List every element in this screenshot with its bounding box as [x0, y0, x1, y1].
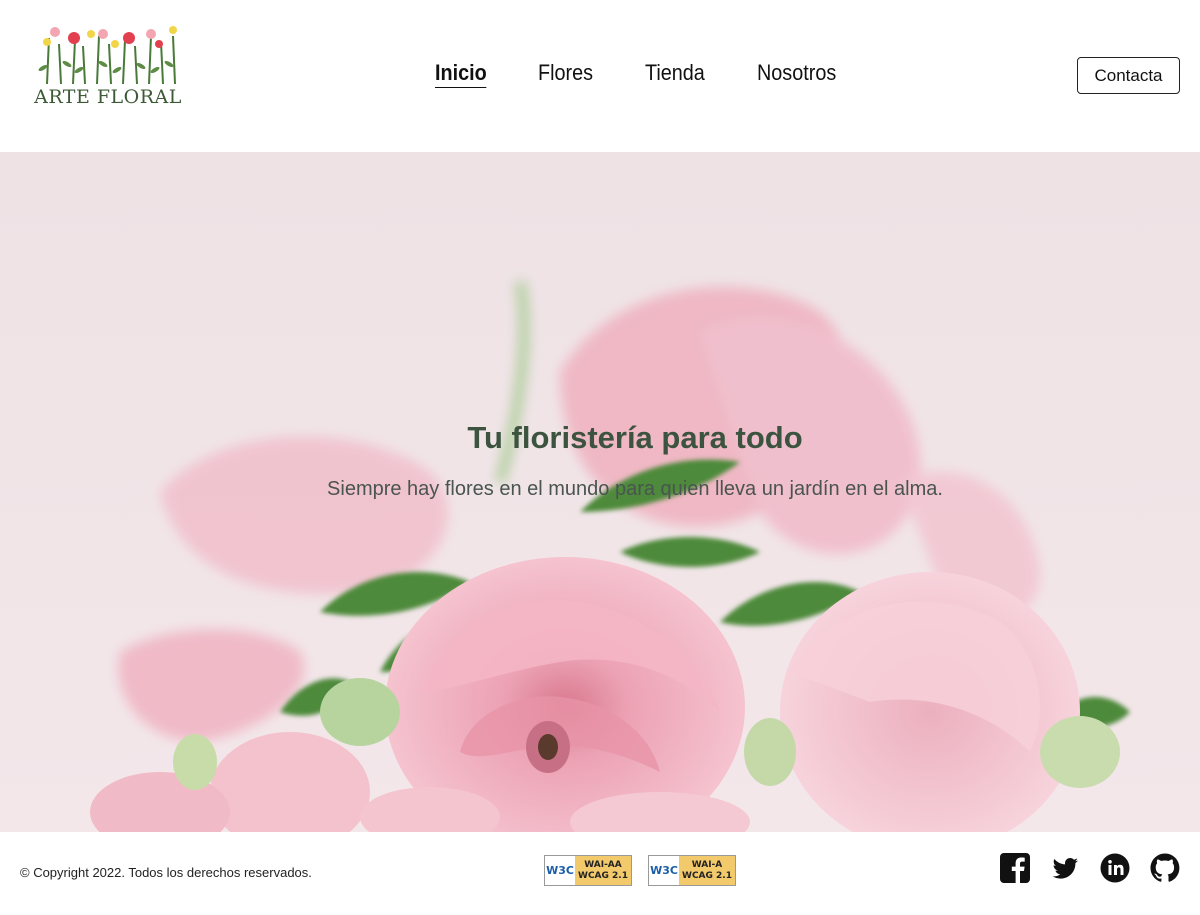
hero-section: Tu floristería para todo Siempre hay flo… — [0, 152, 1200, 832]
w3c-logo: W3C — [649, 856, 679, 885]
main-nav: Inicio Flores Tienda Nosotros — [0, 60, 1200, 94]
github-icon[interactable] — [1149, 852, 1181, 884]
wcag-a-badge[interactable]: W3C WAI-A WCAG 2.1 — [648, 855, 736, 886]
hero-title: Tu floristería para todo — [467, 420, 803, 455]
wcag-label: WAI-A WCAG 2.1 — [679, 856, 735, 885]
w3c-logo: W3C — [545, 856, 575, 885]
wai-level: WAI-A — [691, 859, 723, 870]
wcag-standard: WCAG 2.1 — [682, 870, 732, 881]
facebook-icon[interactable] — [999, 852, 1031, 884]
twitter-icon[interactable] — [1049, 852, 1081, 884]
wcag-aa-badge[interactable]: W3C WAI-AA WCAG 2.1 — [544, 855, 632, 886]
site-footer: © Copyright 2022. Todos los derechos res… — [0, 832, 1200, 915]
wcag-standard: WCAG 2.1 — [578, 870, 628, 881]
nav-item-flores[interactable]: Flores — [538, 60, 593, 86]
wai-level: WAI-AA — [584, 859, 622, 870]
hero-subtitle: Siempre hay flores en el mundo para quie… — [327, 478, 943, 500]
nav-item-tienda[interactable]: Tienda — [645, 60, 705, 86]
contact-button[interactable]: Contacta — [1077, 57, 1180, 94]
wcag-label: WAI-AA WCAG 2.1 — [575, 856, 631, 885]
nav-item-nosotros[interactable]: Nosotros — [757, 60, 836, 86]
site-header: ARTE FLORAL Inicio Flores Tienda Nosotro… — [0, 0, 1200, 152]
copyright-text: © Copyright 2022. Todos los derechos res… — [20, 865, 312, 880]
linkedin-icon[interactable] — [1099, 852, 1131, 884]
nav-item-inicio[interactable]: Inicio — [435, 60, 487, 88]
